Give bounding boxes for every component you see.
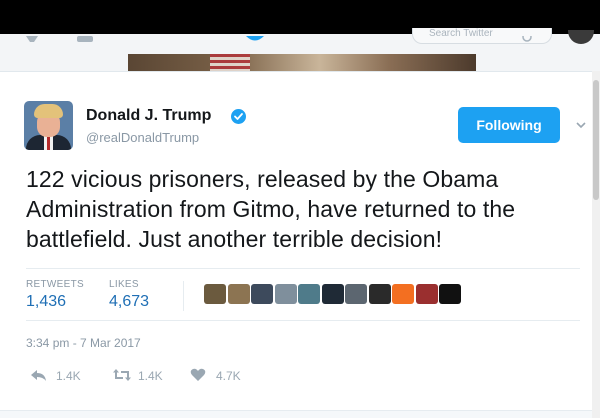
stats-separator bbox=[183, 281, 184, 311]
retweets-label: RETWEETS bbox=[26, 279, 84, 290]
liker-avatar-6[interactable] bbox=[321, 284, 344, 304]
liker-avatar-10[interactable] bbox=[415, 284, 438, 304]
likes-label: LIKES bbox=[109, 279, 139, 290]
heart-icon bbox=[190, 368, 206, 381]
search-icon[interactable] bbox=[522, 32, 532, 44]
likes-count[interactable]: 4,673 bbox=[109, 293, 149, 311]
chevron-down-icon[interactable] bbox=[576, 117, 586, 129]
author-handle[interactable]: @realDonaldTrump bbox=[86, 130, 199, 145]
liker-avatar-1[interactable] bbox=[204, 284, 226, 304]
reply-icon bbox=[31, 370, 46, 381]
account-avatar[interactable] bbox=[568, 30, 594, 44]
reply-count: 1.4K bbox=[56, 369, 81, 383]
stats-bottom-divider bbox=[26, 320, 580, 321]
home-icon[interactable] bbox=[24, 34, 40, 44]
following-button[interactable]: Following bbox=[458, 107, 560, 143]
liker-avatar-3[interactable] bbox=[251, 284, 273, 304]
liker-avatar-9[interactable] bbox=[392, 284, 414, 304]
author-avatar[interactable] bbox=[24, 101, 73, 150]
retweet-count: 1.4K bbox=[138, 369, 163, 383]
scrollbar-thumb[interactable] bbox=[593, 80, 599, 200]
author-name[interactable]: Donald J. Trump bbox=[86, 107, 211, 125]
liker-avatar-8[interactable] bbox=[368, 284, 391, 304]
notifications-icon[interactable] bbox=[76, 34, 94, 44]
header-banner-image bbox=[128, 54, 476, 71]
liker-avatar-2[interactable] bbox=[227, 284, 250, 304]
tweet-timestamp[interactable]: 3:34 pm - 7 Mar 2017 bbox=[26, 336, 141, 350]
verified-badge-icon bbox=[231, 109, 246, 124]
like-count: 4.7K bbox=[216, 369, 241, 383]
liker-avatar-7[interactable] bbox=[345, 284, 367, 304]
liker-avatar-11[interactable] bbox=[439, 284, 461, 304]
card-bottom-bar bbox=[0, 410, 592, 418]
tweet-text: 122 vicious prisoners, released by the O… bbox=[26, 166, 516, 252]
banner-flag-detail bbox=[210, 54, 250, 71]
liker-avatar-5[interactable] bbox=[298, 284, 320, 304]
retweets-count[interactable]: 1,436 bbox=[26, 293, 66, 311]
stats-top-divider bbox=[26, 268, 580, 269]
liker-avatar-4[interactable] bbox=[274, 284, 297, 304]
retweet-icon bbox=[113, 369, 131, 381]
search-placeholder: Search Twitter bbox=[429, 28, 493, 39]
bird-icon[interactable] bbox=[246, 34, 264, 44]
